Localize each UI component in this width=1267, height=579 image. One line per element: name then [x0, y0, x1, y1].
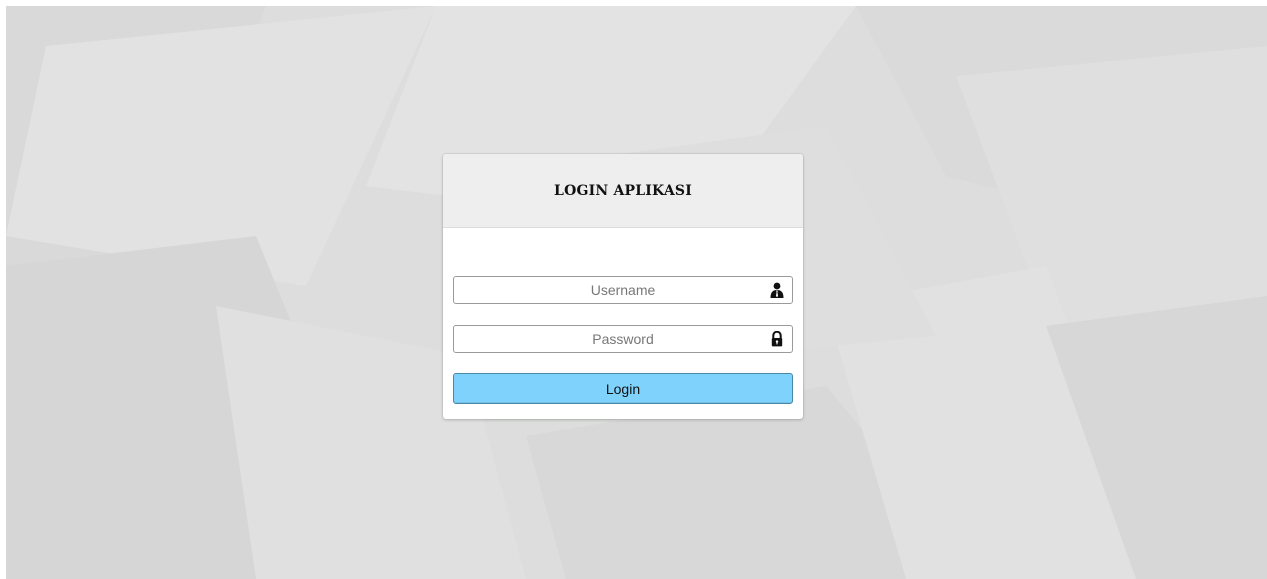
login-card: LOGIN APLIKASI Login [443, 154, 803, 419]
lock-icon [771, 331, 783, 347]
user-icon [770, 282, 784, 298]
password-input[interactable] [454, 326, 792, 352]
username-field[interactable] [453, 276, 793, 304]
login-button[interactable]: Login [453, 373, 793, 404]
username-input[interactable] [454, 277, 792, 303]
password-field[interactable] [453, 325, 793, 353]
login-form: Login [443, 228, 803, 404]
login-page: LOGIN APLIKASI Login [6, 6, 1267, 579]
login-header: LOGIN APLIKASI [443, 154, 803, 228]
login-title: LOGIN APLIKASI [554, 182, 692, 199]
